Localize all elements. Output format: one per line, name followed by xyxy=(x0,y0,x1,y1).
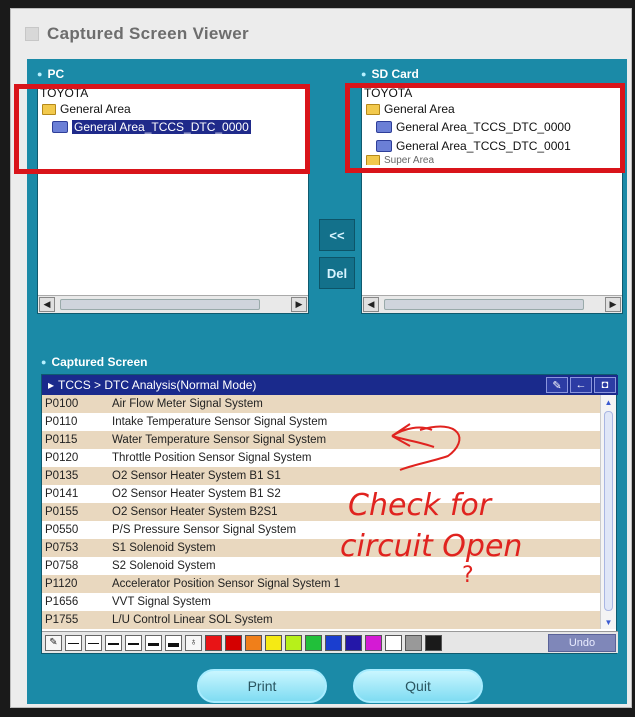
annotation-line2: circuit Open xyxy=(340,529,522,564)
annotation-question-mark: ? xyxy=(462,563,474,588)
annotation-line1: Check for xyxy=(348,488,493,523)
curve-scribble xyxy=(399,425,461,471)
handwritten-annotation: Check for circuit Open ? xyxy=(340,423,522,588)
